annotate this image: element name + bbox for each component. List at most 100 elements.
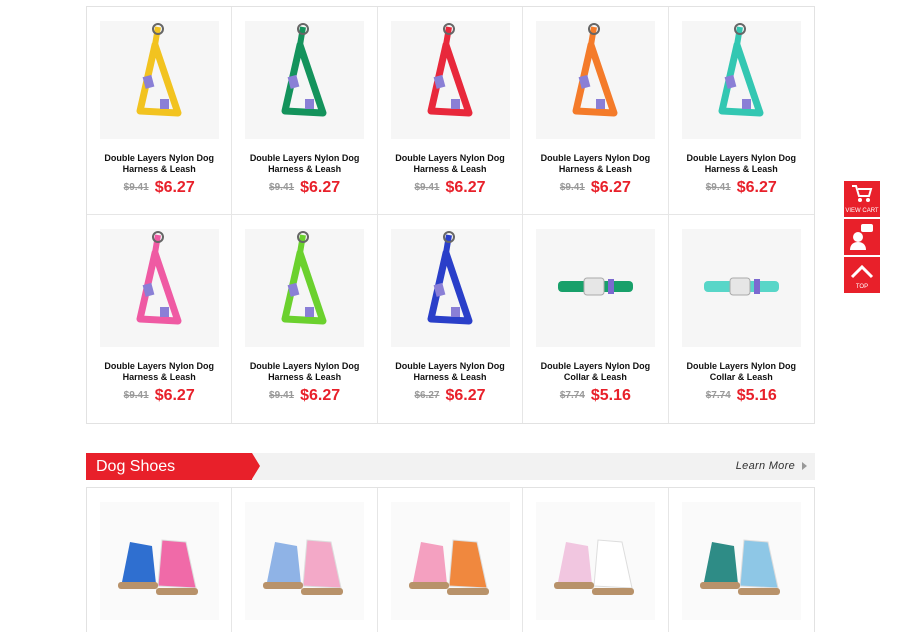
collar-image xyxy=(558,277,634,296)
product-name[interactable]: Double Layers Nylon Dog Harness & Leash xyxy=(382,361,518,383)
shoe-card[interactable] xyxy=(523,488,669,632)
customer-service-button[interactable] xyxy=(844,219,880,255)
sale-price: $6.27 xyxy=(445,179,486,196)
price-block: $6.27 $6.27 xyxy=(378,387,522,405)
shoe-image xyxy=(554,539,635,595)
product-image[interactable] xyxy=(245,21,365,139)
product-image[interactable] xyxy=(390,21,510,139)
product-name[interactable]: Double Layers Nylon Dog Harness & Leash xyxy=(527,153,663,175)
product-card[interactable]: Double Layers Nylon Dog Collar & Leash $7… xyxy=(669,215,814,423)
sale-price: $6.27 xyxy=(590,179,631,196)
shoe-card[interactable] xyxy=(378,488,524,632)
shoe-image xyxy=(408,539,489,595)
product-grid: Double Layers Nylon Dog Harness & Leash $… xyxy=(86,6,815,424)
sale-price: $5.16 xyxy=(736,387,777,404)
product-image[interactable] xyxy=(681,21,801,139)
product-name[interactable]: Double Layers Nylon Dog Harness & Leash xyxy=(91,153,227,175)
shoe-image xyxy=(263,539,344,595)
product-image[interactable] xyxy=(536,21,656,139)
sale-price: $6.27 xyxy=(154,387,195,404)
product-image[interactable] xyxy=(536,502,656,620)
product-card[interactable]: Double Layers Nylon Dog Collar & Leash $7… xyxy=(523,215,669,423)
product-card[interactable]: Double Layers Nylon Dog Harness & Leash $… xyxy=(87,7,233,214)
product-name[interactable]: Double Layers Nylon Dog Harness & Leash xyxy=(91,361,227,383)
product-image[interactable] xyxy=(681,229,801,347)
product-card[interactable]: Double Layers Nylon Dog Harness & Leash $… xyxy=(378,7,524,214)
product-image[interactable] xyxy=(100,21,219,139)
cart-icon xyxy=(852,185,873,202)
harness-image xyxy=(718,23,764,117)
sale-price: $6.27 xyxy=(445,387,486,404)
price-block: $9.41 $6.27 xyxy=(87,179,231,197)
top-label: TOP xyxy=(855,284,869,290)
back-to-top-button[interactable]: TOP xyxy=(844,257,880,293)
original-price: $7.74 xyxy=(559,390,585,401)
view-cart-button[interactable]: VIEW CART xyxy=(844,181,880,217)
section-title: Dog Shoes xyxy=(86,453,260,480)
harness-image xyxy=(572,23,618,117)
sale-price: $6.27 xyxy=(300,387,341,404)
product-row: Double Layers Nylon Dog Harness & Leash $… xyxy=(87,7,814,215)
shoe-image xyxy=(118,539,198,595)
original-price: $9.41 xyxy=(269,182,295,193)
product-name[interactable]: Double Layers Nylon Dog Harness & Leash xyxy=(382,153,518,175)
product-image[interactable] xyxy=(245,229,365,347)
learn-more-link[interactable]: Learn More xyxy=(736,453,795,480)
product-name[interactable]: Double Layers Nylon Dog Collar & Leash xyxy=(527,361,663,383)
original-price: $9.41 xyxy=(123,182,149,193)
product-image[interactable] xyxy=(390,502,510,620)
view-cart-label: VIEW CART xyxy=(845,208,879,214)
shoe-image xyxy=(699,539,780,595)
harness-image xyxy=(281,231,327,325)
product-image[interactable] xyxy=(536,229,656,347)
product-card[interactable]: Double Layers Nylon Dog Harness & Leash $… xyxy=(232,215,378,423)
product-row: Double Layers Nylon Dog Harness & Leash $… xyxy=(87,215,814,423)
harness-image xyxy=(427,231,473,325)
product-image[interactable] xyxy=(245,502,365,620)
product-card[interactable]: Double Layers Nylon Dog Harness & Leash $… xyxy=(87,215,233,423)
sale-price: $6.27 xyxy=(154,179,195,196)
price-block: $7.74 $5.16 xyxy=(523,387,667,405)
product-card[interactable]: Double Layers Nylon Dog Harness & Leash $… xyxy=(523,7,669,214)
original-price: $9.41 xyxy=(414,182,440,193)
original-price: $9.41 xyxy=(705,182,731,193)
product-card[interactable]: Double Layers Nylon Dog Harness & Leash $… xyxy=(378,215,524,423)
price-block: $9.41 $6.27 xyxy=(232,387,376,405)
chat-support-icon xyxy=(850,224,873,250)
price-block: $9.41 $6.27 xyxy=(523,179,667,197)
sale-price: $5.16 xyxy=(590,387,631,404)
harness-image xyxy=(136,23,182,117)
section-header-dog-shoes: Dog Shoes Learn More xyxy=(86,453,815,480)
product-image[interactable] xyxy=(681,502,801,620)
arrow-up-icon xyxy=(850,264,874,279)
sale-price: $6.27 xyxy=(736,179,777,196)
product-image[interactable] xyxy=(100,502,219,620)
original-price: $9.41 xyxy=(559,182,585,193)
price-block: $9.41 $6.27 xyxy=(378,179,522,197)
price-block: $9.41 $6.27 xyxy=(669,179,814,197)
chevron-right-icon[interactable] xyxy=(802,462,807,470)
product-image[interactable] xyxy=(390,229,510,347)
product-card[interactable]: Double Layers Nylon Dog Harness & Leash $… xyxy=(232,7,378,214)
price-block: $9.41 $6.27 xyxy=(232,179,376,197)
product-name[interactable]: Double Layers Nylon Dog Harness & Leash xyxy=(236,361,372,383)
shoe-card[interactable] xyxy=(669,488,814,632)
product-name[interactable]: Double Layers Nylon Dog Harness & Leash xyxy=(236,153,372,175)
shoe-card[interactable] xyxy=(232,488,378,632)
collar-image xyxy=(703,277,779,296)
original-price: $6.27 xyxy=(414,390,440,401)
product-image[interactable] xyxy=(100,229,219,347)
shoe-card[interactable] xyxy=(87,488,233,632)
price-block: $7.74 $5.16 xyxy=(669,387,814,405)
harness-image xyxy=(281,23,327,117)
original-price: $9.41 xyxy=(269,390,295,401)
original-price: $9.41 xyxy=(123,390,149,401)
shoes-row xyxy=(87,488,814,632)
product-card[interactable]: Double Layers Nylon Dog Harness & Leash $… xyxy=(669,7,814,214)
harness-image xyxy=(427,23,473,117)
product-name[interactable]: Double Layers Nylon Dog Harness & Leash xyxy=(673,153,810,175)
product-name[interactable]: Double Layers Nylon Dog Collar & Leash xyxy=(673,361,810,383)
product-page: Double Layers Nylon Dog Harness & Leash $… xyxy=(0,0,900,632)
original-price: $7.74 xyxy=(705,390,731,401)
sale-price: $6.27 xyxy=(300,179,341,196)
